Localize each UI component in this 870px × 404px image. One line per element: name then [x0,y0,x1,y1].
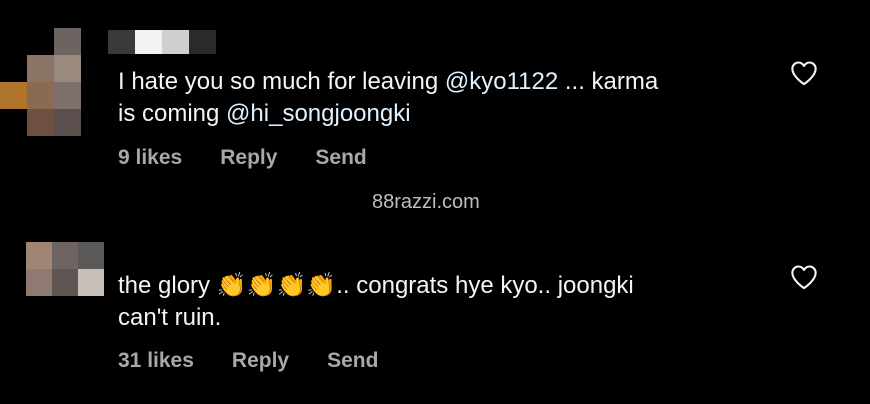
comment-text-part1: I hate you so much for leaving [118,68,445,95]
comment-text: I hate you so much for leaving @kyo1122 … [118,66,758,130]
watermark-text: 88razzi.com [372,191,480,213]
heart-outline-icon[interactable] [790,60,818,86]
comment-actions: 9 likes Reply Send [118,146,367,170]
comment-text: the glory 👏👏👏👏.. congrats hye kyo.. joon… [118,270,758,334]
heart-outline-icon[interactable] [790,264,818,290]
send-button[interactable]: Send [315,146,366,170]
avatar-blurred[interactable] [0,28,108,136]
reply-button[interactable]: Reply [220,146,277,170]
comment-text-part1: the glory [118,272,217,299]
likes-count[interactable]: 9 likes [118,146,182,170]
send-button[interactable]: Send [327,349,378,373]
clapping-hands-emoji: 👏👏👏👏 [216,272,337,299]
comment-actions: 31 likes Reply Send [118,349,378,373]
mention-link[interactable]: @hi_songjoongki [226,100,411,127]
mention-link[interactable]: @kyo1122 [445,68,558,95]
reply-button[interactable]: Reply [232,349,289,373]
avatar-blurred[interactable] [0,242,104,296]
username-blurred[interactable] [108,30,243,54]
likes-count[interactable]: 31 likes [118,349,194,373]
